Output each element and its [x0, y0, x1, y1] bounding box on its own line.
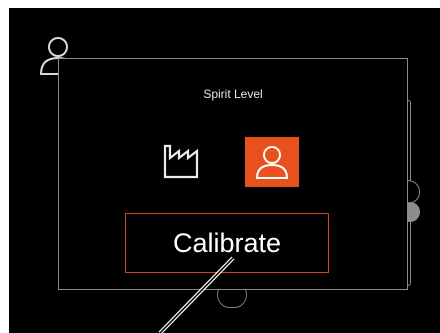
user-icon [255, 146, 289, 179]
spirit-level-dialog: Spirit Level Calibrate [58, 58, 408, 290]
factory-icon [163, 144, 199, 179]
user-mode-button[interactable] [245, 137, 299, 187]
factory-mode-button[interactable] [155, 137, 209, 185]
dialog-title: Spirit Level [203, 87, 263, 101]
calibrate-button[interactable]: Calibrate [125, 213, 329, 273]
device-screen: Spirit Level Calibrate [9, 8, 440, 333]
